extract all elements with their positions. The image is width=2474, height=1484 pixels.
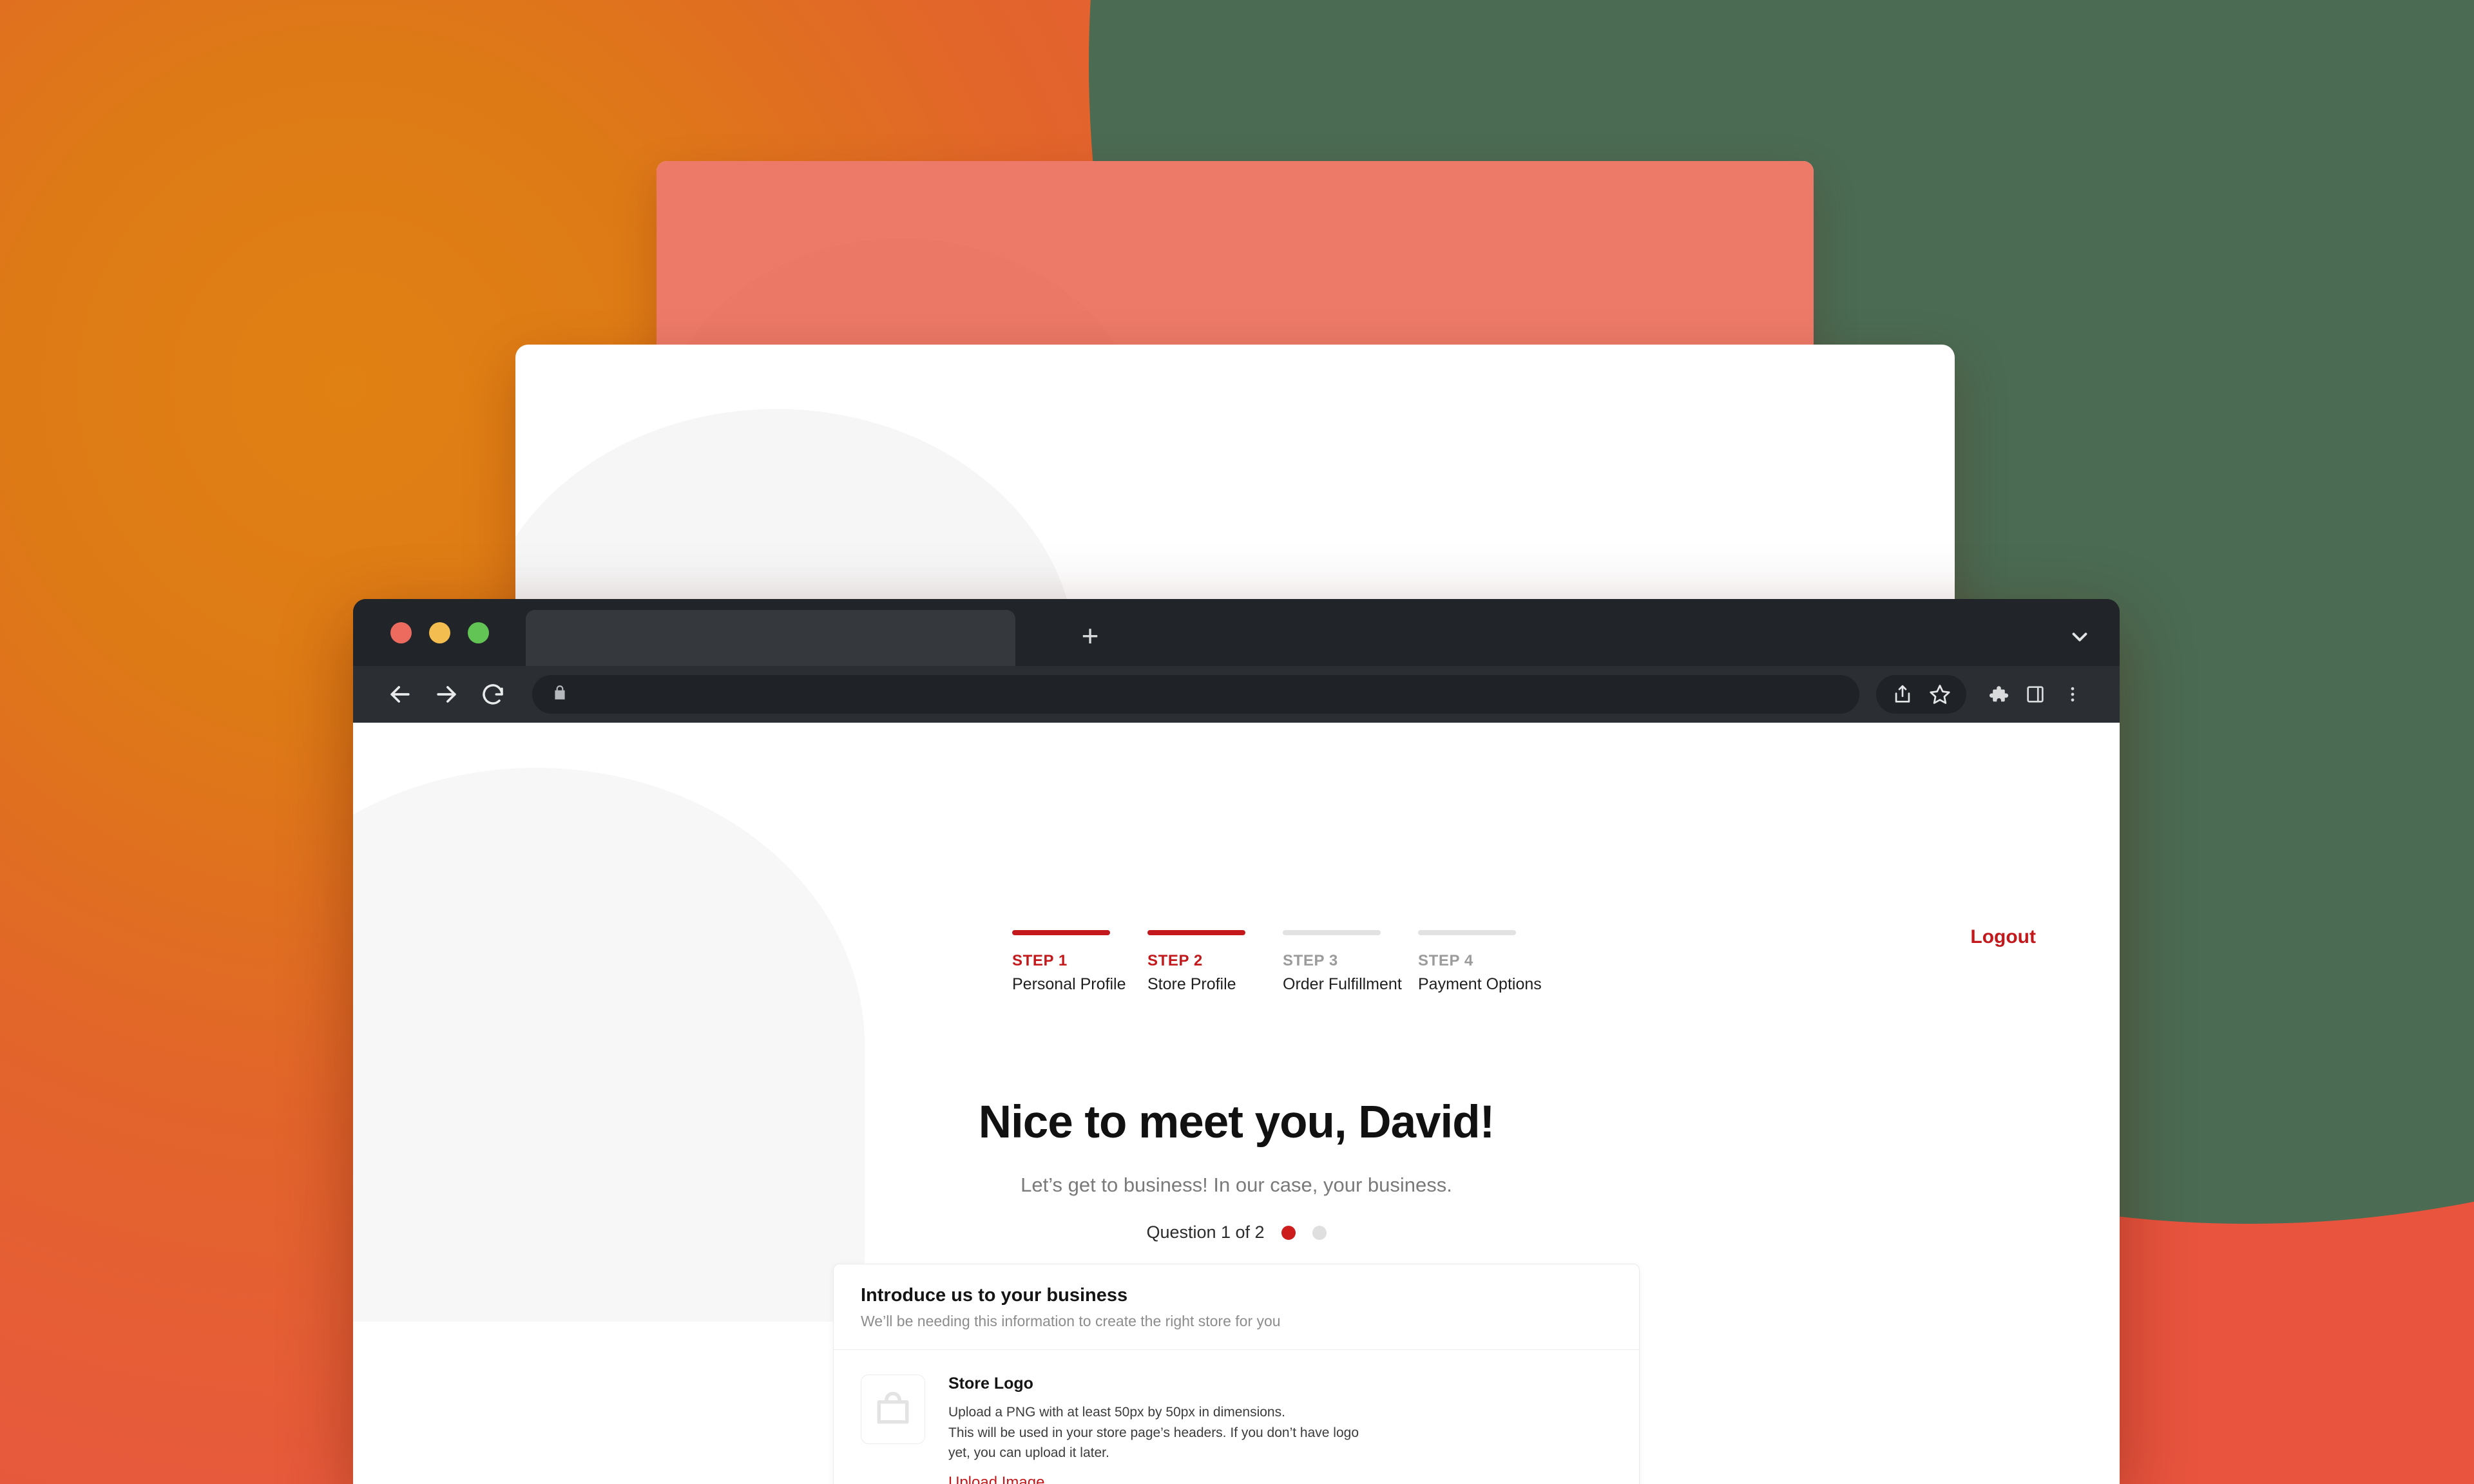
puzzle-icon[interactable]	[1979, 676, 2017, 713]
card-description: We’ll be needing this information to cre…	[861, 1313, 1281, 1329]
address-bar[interactable]	[532, 675, 1859, 714]
card-body: Store Logo Upload a PNG with at least 50…	[834, 1350, 1639, 1484]
store-logo-field: Store Logo Upload a PNG with at least 50…	[948, 1375, 1359, 1484]
step-name: Personal Profile	[1012, 975, 1126, 993]
card-title: Introduce us to your business	[861, 1285, 1128, 1306]
lock-icon	[551, 684, 568, 705]
step-number: STEP 2	[1147, 952, 1203, 969]
close-window-button[interactable]	[390, 622, 412, 643]
step-number: STEP 3	[1283, 952, 1338, 969]
step-bar	[1147, 930, 1245, 935]
browser-tab-strip: +	[353, 599, 2120, 666]
window-controls[interactable]	[353, 622, 489, 643]
web-page-content: STEP 1 Personal Profile STEP 2 Store Pro…	[353, 723, 2120, 1484]
step-number: STEP 4	[1418, 952, 1473, 969]
page-title: Nice to meet you, David!	[978, 1097, 1495, 1148]
step-order-fulfillment[interactable]: STEP 3 Order Fulfillment	[1283, 930, 1402, 994]
progress-dot-2[interactable]	[1312, 1225, 1327, 1240]
step-store-profile[interactable]: STEP 2 Store Profile	[1147, 930, 1245, 994]
star-icon[interactable]	[1921, 676, 1959, 713]
business-info-card: Introduce us to your business We’ll be n…	[833, 1264, 1640, 1484]
minimize-window-button[interactable]	[429, 622, 450, 643]
step-payment-options[interactable]: STEP 4 Payment Options	[1418, 930, 1542, 994]
browser-window[interactable]: + STEP 1 Personal Profile STEP 2 Store P…	[353, 599, 2120, 1484]
step-name: Payment Options	[1418, 975, 1542, 993]
step-bar	[1418, 930, 1516, 935]
page-subtitle: Let’s get to business! In our case, your…	[1021, 1174, 1452, 1196]
chevron-down-icon[interactable]	[2066, 623, 2093, 651]
field-description-line-3: yet, you can upload it later.	[948, 1445, 1109, 1460]
new-tab-button[interactable]: +	[1075, 621, 1105, 652]
field-description-line-2: This will be used in your store page’s h…	[948, 1425, 1359, 1440]
step-name: Store Profile	[1147, 975, 1236, 993]
browser-toolbar	[353, 666, 2120, 723]
maximize-window-button[interactable]	[468, 622, 489, 643]
step-bar	[1012, 930, 1110, 935]
step-name: Order Fulfillment	[1283, 975, 1402, 993]
omnibox-action-group	[1876, 675, 1966, 714]
reload-icon[interactable]	[474, 676, 512, 713]
step-number: STEP 1	[1012, 952, 1068, 969]
field-description: Upload a PNG with at least 50px by 50px …	[948, 1402, 1359, 1463]
field-description-line-1: Upload a PNG with at least 50px by 50px …	[948, 1405, 1285, 1420]
three-dot-menu-icon[interactable]	[2054, 676, 2091, 713]
share-icon[interactable]	[1884, 676, 1921, 713]
step-bar	[1283, 930, 1381, 935]
arrow-left-icon[interactable]	[381, 676, 419, 713]
onboarding-stepper: STEP 1 Personal Profile STEP 2 Store Pro…	[1012, 930, 1542, 994]
question-progress-label: Question 1 of 2	[1146, 1222, 1265, 1242]
field-label: Store Logo	[948, 1375, 1033, 1393]
step-personal-profile[interactable]: STEP 1 Personal Profile	[1012, 930, 1126, 994]
arrow-right-icon[interactable]	[428, 676, 465, 713]
card-header: Introduce us to your business We’ll be n…	[834, 1264, 1639, 1350]
side-panel-icon[interactable]	[2017, 676, 2054, 713]
logout-button[interactable]: Logout	[1970, 926, 2036, 948]
browser-tab[interactable]	[526, 610, 1015, 666]
question-progress: Question 1 of 2	[353, 1222, 2120, 1242]
progress-dot-1[interactable]	[1281, 1225, 1296, 1240]
store-logo-preview[interactable]	[861, 1375, 925, 1444]
shopping-bag-icon	[873, 1388, 913, 1431]
upload-image-link[interactable]: Upload Image	[948, 1474, 1044, 1484]
